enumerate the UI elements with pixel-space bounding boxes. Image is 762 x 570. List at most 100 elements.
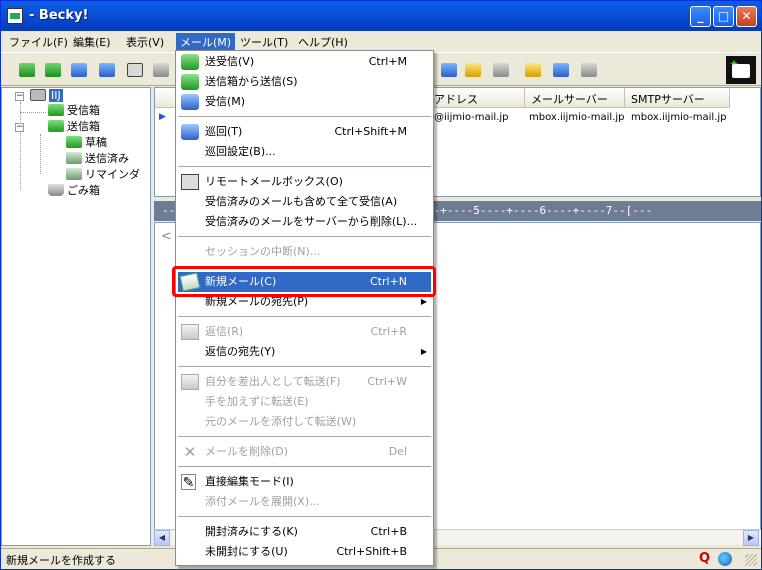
tree-node-reminder[interactable]: リマインダ xyxy=(66,167,140,183)
menu-item-receive-all[interactable]: 受信済みのメールも含めて全て受信(A) xyxy=(178,192,431,212)
highlight-box xyxy=(172,266,436,297)
submenu-arrow-icon: ▶ xyxy=(420,347,427,356)
close-button[interactable]: ✕ xyxy=(736,6,757,27)
column-header-smtp-server[interactable]: SMTPサーバー xyxy=(625,88,730,108)
app-icon[interactable] xyxy=(7,8,23,24)
menu-item-receive[interactable]: 受信(M) xyxy=(178,92,431,112)
mail-menu-dropdown: 送受信(V) Ctrl+M 送信箱から送信(S) 受信(M) 巡回(T) Ctr… xyxy=(175,50,434,566)
menu-item-delete-from-server[interactable]: 受信済みのメールをサーバーから削除(L)... xyxy=(178,212,431,232)
toolbar-becky-logo[interactable]: ✦ xyxy=(726,56,756,84)
toolbar-receive[interactable] xyxy=(69,60,89,80)
delete-x-icon: ✕ xyxy=(183,443,197,461)
menu-separator xyxy=(178,436,431,437)
sent-icon xyxy=(66,152,82,164)
column-header-mail-server[interactable]: メールサーバー xyxy=(525,88,625,108)
tree-node-sent[interactable]: 送信済み xyxy=(66,151,129,167)
menu-bar: ファイル(F) 編集(E) 表示(V) メール(M) ツール(T) ヘルプ(H) xyxy=(1,31,761,51)
patrol-icon xyxy=(181,124,199,140)
title-bar[interactable]: - Becky! _ □ ✕ xyxy=(1,1,761,31)
menu-mail[interactable]: メール(M) xyxy=(176,33,236,50)
status-message: 新規メールを作成する xyxy=(6,554,116,567)
computer-icon xyxy=(127,63,143,77)
menu-item-mark-read[interactable]: 開封済みにする(K) Ctrl+B xyxy=(178,522,431,542)
menu-item-forward-unchanged[interactable]: 手を加えずに転送(E) xyxy=(178,392,431,412)
tree-node-drafts[interactable]: 草稿 xyxy=(66,135,107,151)
receive-icon xyxy=(181,94,199,110)
trash-icon xyxy=(48,184,64,196)
menu-separator xyxy=(178,316,431,317)
tree-node-iij[interactable]: IIJ xyxy=(30,88,63,104)
menu-separator xyxy=(178,116,431,117)
menu-item-reply[interactable]: 返信(R) Ctrl+R xyxy=(178,322,431,342)
status-q-icon[interactable]: Q xyxy=(699,551,710,566)
menu-item-mark-unread[interactable]: 未開封にする(U) Ctrl+Shift+B xyxy=(178,542,431,562)
menu-item-direct-edit-mode[interactable]: ✎ 直接編集モード(I) xyxy=(178,472,431,492)
window-title: - Becky! xyxy=(29,8,89,23)
menu-item-remote-mailbox[interactable]: リモートメールボックス(O) xyxy=(178,172,431,192)
expander-root[interactable]: − xyxy=(15,92,24,101)
toolbar-new-mail[interactable] xyxy=(151,60,171,80)
menu-item-delete-mail[interactable]: ✕ メールを削除(D) Del xyxy=(178,442,431,462)
menu-item-forward-as-sender[interactable]: 自分を差出人として転送(F) Ctrl+W xyxy=(178,372,431,392)
menu-separator xyxy=(178,366,431,367)
folder-icon xyxy=(525,63,541,77)
folder-tree-icon xyxy=(553,63,569,77)
send-icon xyxy=(181,74,199,90)
patrol-icon xyxy=(99,63,115,77)
tree-node-inbox[interactable]: 受信箱 xyxy=(48,103,100,119)
filter-icon xyxy=(441,63,457,77)
menu-item-reply-to[interactable]: 返信の宛先(Y) ▶ xyxy=(178,342,431,362)
tree-node-outbox[interactable]: 送信箱 xyxy=(48,119,100,135)
receive-icon xyxy=(71,63,87,77)
toolbar-send-receive[interactable] xyxy=(17,60,37,80)
toolbar-layout[interactable] xyxy=(579,60,599,80)
drafts-icon xyxy=(66,136,82,148)
menu-item-send-receive[interactable]: 送受信(V) Ctrl+M xyxy=(178,52,431,72)
tree-node-trash[interactable]: ごみ箱 xyxy=(48,183,100,199)
toolbar-patrol[interactable] xyxy=(97,60,117,80)
inbox-icon xyxy=(48,104,64,116)
scroll-left-button[interactable]: ◀ xyxy=(154,530,170,546)
send-receive-icon xyxy=(19,63,35,77)
scroll-right-button[interactable]: ▶ xyxy=(743,530,759,546)
menu-item-expand-attached-mail[interactable]: 添付メールを展開(X)... xyxy=(178,492,431,512)
toolbar-filter[interactable] xyxy=(439,60,459,80)
toolbar-remote-mailbox[interactable] xyxy=(125,60,145,80)
row-pointer-icon: ▶ xyxy=(159,112,166,122)
cell-mail-server[interactable]: mbox.iijmio-mail.jp xyxy=(529,112,625,123)
outbox-icon xyxy=(48,120,64,132)
menu-view[interactable]: 表示(V) xyxy=(122,33,168,50)
menu-item-patrol-settings[interactable]: 巡回設定(B)... xyxy=(178,142,431,162)
mail-logo-icon xyxy=(732,64,750,78)
maximize-button[interactable]: □ xyxy=(713,6,734,27)
clipboard-icon xyxy=(465,63,481,77)
reminder-icon xyxy=(66,168,82,180)
globe-icon[interactable] xyxy=(718,552,732,566)
cell-address[interactable]: ro@iijmio-mail.jp xyxy=(424,112,509,123)
pencil-icon: ✎ xyxy=(181,474,196,491)
toolbar-send[interactable] xyxy=(43,60,63,80)
menu-edit[interactable]: 編集(E) xyxy=(69,33,115,50)
cell-smtp-server[interactable]: mbox.iijmio-mail.jp xyxy=(631,112,727,123)
toolbar-folder[interactable] xyxy=(523,60,543,80)
minimize-button[interactable]: _ xyxy=(690,6,711,27)
layout-icon xyxy=(581,63,597,77)
computer-icon xyxy=(181,174,199,190)
send-receive-icon xyxy=(181,54,199,70)
menu-item-patrol[interactable]: 巡回(T) Ctrl+Shift+M xyxy=(178,122,431,142)
forward-icon xyxy=(181,374,199,390)
menu-separator xyxy=(178,466,431,467)
menu-file[interactable]: ファイル(F) xyxy=(5,33,72,50)
menu-separator xyxy=(178,236,431,237)
toolbar-edit[interactable] xyxy=(491,60,511,80)
menu-item-send-from-outbox[interactable]: 送信箱から送信(S) xyxy=(178,72,431,92)
expander-outbox[interactable]: − xyxy=(15,123,24,132)
toolbar-folder-tree[interactable] xyxy=(551,60,571,80)
menu-item-forward-as-attachment[interactable]: 元のメールを添付して転送(W) xyxy=(178,412,431,432)
toolbar-clipboard[interactable] xyxy=(463,60,483,80)
menu-item-abort-session[interactable]: セッションの中断(N)... xyxy=(178,242,431,262)
menu-tools[interactable]: ツール(T) xyxy=(236,33,292,50)
new-mail-icon xyxy=(153,63,169,77)
resize-grip[interactable] xyxy=(745,554,757,566)
menu-help[interactable]: ヘルプ(H) xyxy=(294,33,352,50)
